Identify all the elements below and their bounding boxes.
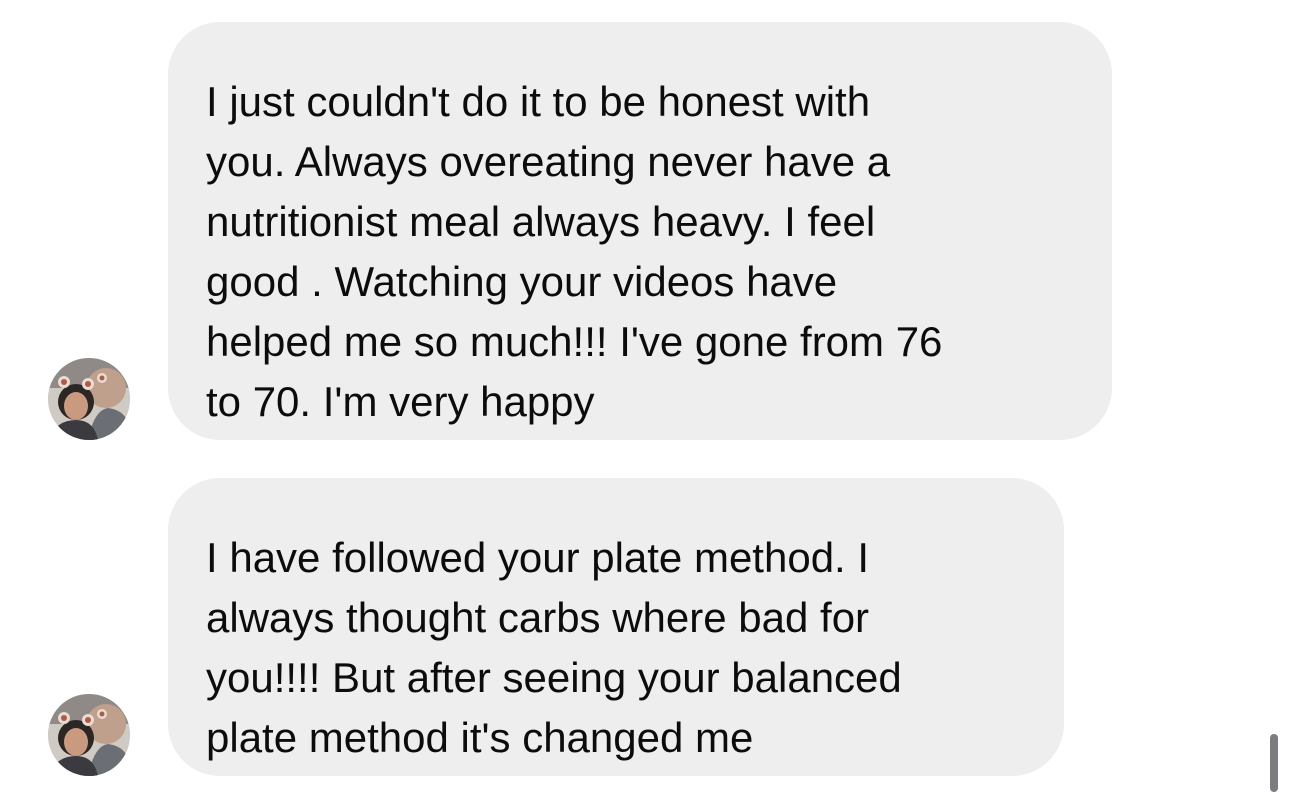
message-bubble[interactable]: I just couldn't do it to be honest with … <box>168 22 1112 440</box>
message-text-line: always thought carbs where bad for <box>206 594 870 641</box>
message-text-line: plate method it's changed me <box>206 714 754 761</box>
message-text-line: you!!!! But after seeing your balanced <box>206 654 902 701</box>
message-bubble[interactable]: I have followed your plate method. I alw… <box>168 478 1064 776</box>
sender-avatar[interactable] <box>48 694 130 776</box>
message-text-line: I have followed your plate method. I <box>206 534 870 581</box>
message-text-line: to 70. I'm very happy <box>206 378 595 425</box>
sender-avatar[interactable] <box>48 358 130 440</box>
message-text-line: good . Watching your videos have <box>206 258 838 305</box>
profile-photo-icon <box>48 358 130 440</box>
message-text-line: you. Always overeating never have a <box>206 138 891 185</box>
message-text-line: nutritionist meal always heavy. I feel <box>206 198 876 245</box>
message-text-line: helped me so much!!! I've gone from 76 <box>206 318 943 365</box>
message-text-line: I just couldn't do it to be honest with <box>206 78 871 125</box>
scrollbar[interactable] <box>1270 734 1278 792</box>
profile-photo-icon <box>48 694 130 776</box>
